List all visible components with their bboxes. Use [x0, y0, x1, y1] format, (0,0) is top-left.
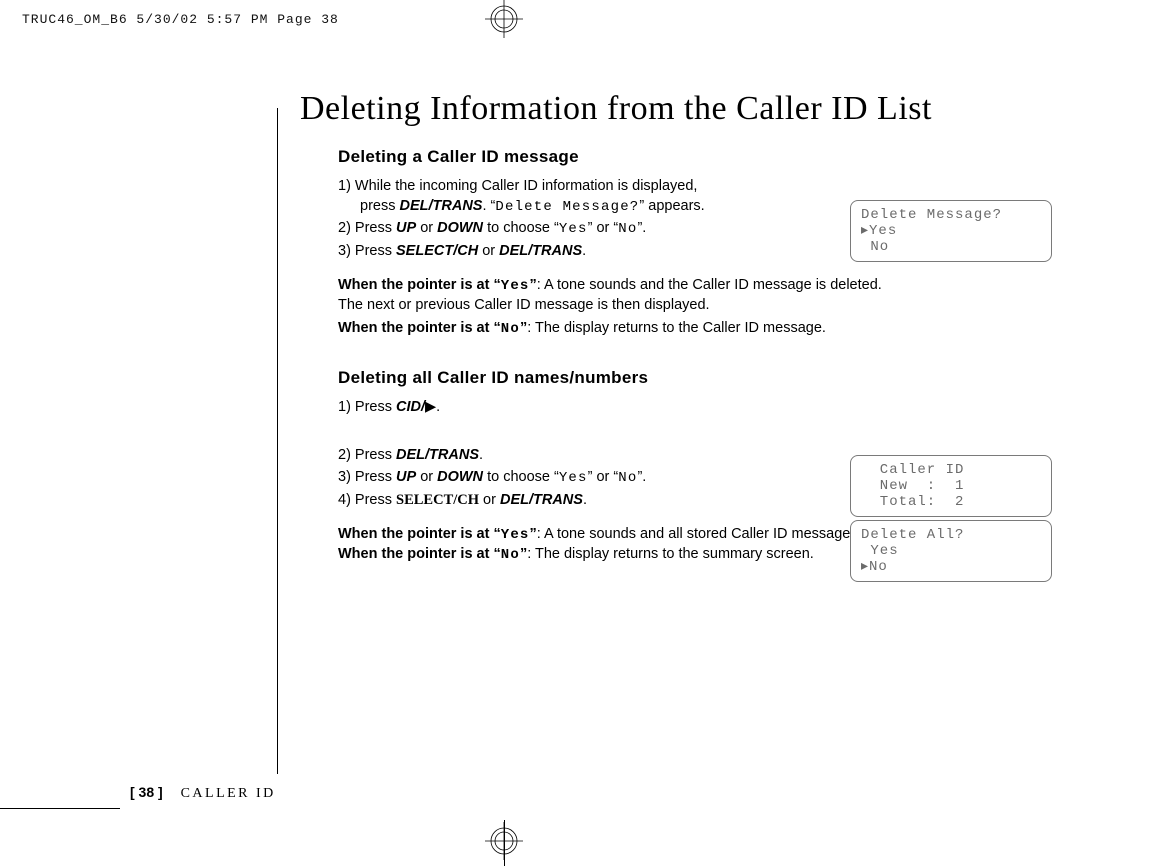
- result-tail: ”: [530, 526, 537, 542]
- result-tail: ”: [530, 277, 537, 293]
- step-text: 1) Press: [338, 399, 396, 415]
- result-lead: When the pointer is at “: [338, 546, 501, 562]
- lcd-screen-caller-id-summary: Caller ID New : 1 Total: 2: [850, 455, 1052, 517]
- result-body: : The display returns to the summary scr…: [527, 546, 814, 562]
- lcd-line: Yes: [861, 543, 899, 559]
- key-select-ch: SELECT/CH: [396, 492, 479, 508]
- step-text: 3) Press: [338, 243, 396, 259]
- key-del-trans: DEL/TRANS: [396, 447, 479, 463]
- lcd-inline: No: [618, 221, 637, 237]
- section-heading-delete-one: Deleting a Caller ID message: [338, 146, 1058, 169]
- lcd-inline: Yes: [501, 278, 530, 294]
- lcd-line: ▸Yes: [861, 223, 897, 239]
- page-footer: [ 38 ] CALLER ID: [130, 784, 276, 802]
- key-down: DOWN: [437, 220, 483, 236]
- step-text: ” appears.: [639, 198, 704, 214]
- lcd-inline: Yes: [559, 221, 588, 237]
- step-text: ”.: [637, 469, 646, 485]
- step-text: 4) Press: [338, 492, 396, 508]
- result-body: The next or previous Caller ID message i…: [338, 297, 710, 313]
- lcd-line: New : 1: [861, 478, 964, 494]
- step-text: .: [436, 399, 440, 415]
- result-lead: When the pointer is at “: [338, 277, 501, 293]
- lcd-inline: No: [501, 547, 520, 563]
- result-lead: When the pointer is at “: [338, 526, 501, 542]
- step-text: 3) Press: [338, 469, 396, 485]
- step-text: to choose “: [483, 469, 559, 485]
- printer-slug: TRUC46_OM_B6 5/30/02 5:57 PM Page 38: [22, 12, 339, 27]
- key-del-trans: DEL/TRANS: [499, 243, 582, 259]
- lcd-inline: Delete Message?: [495, 199, 639, 215]
- step-text: or: [416, 220, 437, 236]
- lcd-inline: Yes: [501, 527, 530, 543]
- page-number: [ 38 ]: [130, 784, 163, 800]
- key-del-trans: DEL/TRANS: [500, 492, 583, 508]
- step: 1) Press CID/▶.: [338, 398, 1058, 418]
- result-lead: When the pointer is at “: [338, 320, 501, 336]
- lcd-inline: No: [501, 321, 520, 337]
- registration-mark-top: [485, 0, 523, 38]
- result-paragraph: When the pointer is at “Yes”: A tone sou…: [338, 276, 1058, 315]
- step-text: ” or “: [588, 469, 619, 485]
- key-up: UP: [396, 469, 416, 485]
- step-text: press: [360, 198, 400, 214]
- crop-hairline-left: [0, 808, 120, 809]
- crop-mark: [504, 820, 505, 866]
- lcd-line: ▸No: [861, 559, 888, 575]
- lcd-line: Total: 2: [861, 494, 964, 510]
- step-text: 1) While the incoming Caller ID informat…: [338, 178, 697, 194]
- step-text: ” or “: [588, 220, 619, 236]
- lcd-line: Delete All?: [861, 527, 964, 543]
- step-text: or: [479, 492, 500, 508]
- key-del-trans: DEL/TRANS: [400, 198, 483, 214]
- section-heading-delete-all: Deleting all Caller ID names/numbers: [338, 367, 1058, 390]
- step-text: .: [582, 243, 586, 259]
- key-up: UP: [396, 220, 416, 236]
- result-body: : A tone sounds and the Caller ID messag…: [537, 277, 882, 293]
- key-cid: CID/: [396, 399, 425, 415]
- lcd-line: No: [861, 239, 889, 255]
- step-text: ”.: [637, 220, 646, 236]
- result-body: : The display returns to the Caller ID m…: [527, 320, 826, 336]
- lcd-inline: No: [618, 470, 637, 486]
- right-arrow-icon: ▶: [425, 399, 436, 415]
- page-title: Deleting Information from the Caller ID …: [130, 90, 1070, 128]
- step-text: 2) Press: [338, 447, 396, 463]
- key-select-ch: SELECT/CH: [396, 243, 478, 259]
- lcd-screen-delete-message: Delete Message? ▸Yes No: [850, 200, 1052, 262]
- step-text: 2) Press: [338, 220, 396, 236]
- step-text: to choose “: [483, 220, 559, 236]
- lcd-screen-delete-all: Delete All? Yes ▸No: [850, 520, 1052, 582]
- result-paragraph: When the pointer is at “No”: The display…: [338, 319, 1058, 339]
- step-text: . “: [482, 198, 495, 214]
- step-text: or: [416, 469, 437, 485]
- key-down: DOWN: [437, 469, 483, 485]
- lcd-inline: Yes: [559, 470, 588, 486]
- step-text: .: [583, 492, 587, 508]
- lcd-line: Delete Message?: [861, 207, 1002, 223]
- lcd-line: Caller ID: [861, 462, 964, 478]
- step-text: or: [478, 243, 499, 259]
- section-label: CALLER ID: [181, 786, 276, 801]
- step-text: .: [479, 447, 483, 463]
